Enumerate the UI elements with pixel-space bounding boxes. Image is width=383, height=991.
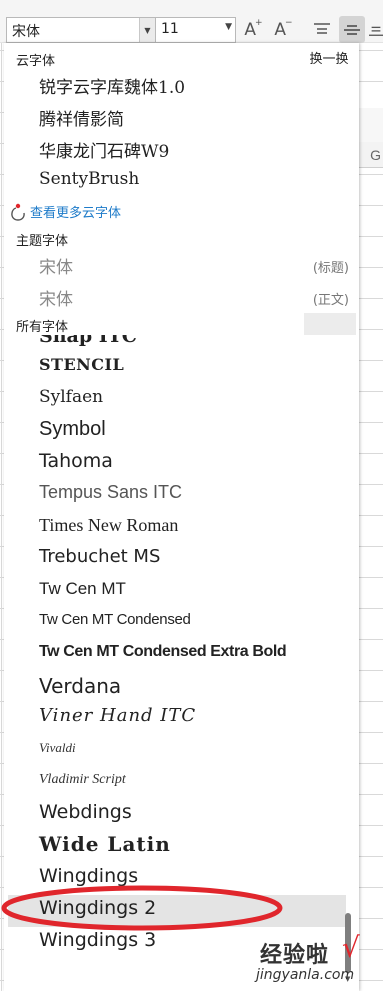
font-item-times-new-roman[interactable]: Times New Roman (39, 515, 178, 536)
toolbar: 宋体 ▼ 11 ▼ A + A − (0, 0, 383, 43)
font-name-select[interactable]: 宋体 ▼ (6, 17, 156, 43)
cloud-font-item[interactable]: 华康龙门石碑W9 (39, 137, 169, 162)
size-dropdown-arrow-icon[interactable]: ▼ (225, 22, 232, 32)
font-item-sylfaen[interactable]: Sylfaen (39, 387, 103, 407)
swap-button[interactable]: 换一换 (303, 45, 355, 69)
font-item-vladimir-script[interactable]: Vladimir Script (39, 772, 126, 788)
align-middle-icon[interactable] (339, 16, 365, 43)
font-item-viner-hand-itc[interactable]: Viner Hand ITC (39, 705, 196, 726)
cloud-fonts-header: 云字体 (16, 54, 56, 69)
watermark: 经验啦 √ jingyanla.com (256, 931, 381, 989)
theme-fonts-header: 主题字体 (16, 234, 69, 249)
watermark-check-icon: √ (342, 931, 360, 964)
increase-font-size-icon[interactable]: A + (241, 16, 267, 43)
font-item-verdana[interactable]: Verdana (39, 674, 121, 698)
font-item-stencil[interactable]: STENCIL (39, 355, 124, 374)
font-item-wingdings-3[interactable]: Wingdings 3 (39, 929, 156, 951)
decrease-font-size-icon[interactable]: A − (271, 16, 297, 43)
font-item-tw-cen-mt-condensed-extra-bold[interactable]: Tw Cen MT Condensed Extra Bold (39, 643, 287, 661)
more-cloud-fonts-label: 查看更多云字体 (30, 206, 122, 221)
cloud-font-item[interactable]: 锐字云字库魏体1.0 (39, 73, 185, 98)
font-item-tw-cen-mt[interactable]: Tw Cen MT (39, 579, 126, 599)
watermark-url: jingyanla.com (256, 967, 355, 983)
column-header-g[interactable]: G (356, 142, 383, 168)
more-cloud-fonts-link[interactable]: 查看更多云字体 (10, 202, 121, 221)
font-item-tempus-sans-itc[interactable]: Tempus Sans ITC (39, 482, 182, 503)
font-size-value: 11 (161, 21, 179, 37)
font-item-trebuchet-ms[interactable]: Trebuchet MS (39, 546, 160, 567)
font-item-webdings[interactable]: Webdings (39, 801, 132, 823)
all-fonts-header-strip: 所有字体 (4, 313, 359, 335)
font-item-vivaldi[interactable]: Vivaldi (39, 740, 76, 756)
watermark-title: 经验啦 (260, 943, 330, 968)
cloud-font-item[interactable]: 腾祥倩影简 (39, 105, 124, 130)
all-fonts-header-bar (304, 313, 356, 335)
red-annotation-ellipse (1, 885, 283, 931)
theme-font-name: 宋体 (39, 258, 73, 278)
align-bottom-icon[interactable] (369, 16, 383, 43)
font-item-tahoma[interactable]: Tahoma (39, 450, 113, 472)
all-fonts-header: 所有字体 (16, 320, 69, 335)
theme-font-item[interactable]: 宋体 (39, 285, 349, 310)
font-item-symbol[interactable]: Symbol (39, 418, 106, 441)
cloud-font-icon (11, 203, 25, 221)
theme-font-name: 宋体 (39, 290, 73, 310)
cloud-font-item[interactable]: SentyBrush (39, 169, 139, 189)
align-top-icon[interactable] (309, 16, 335, 43)
font-item-tw-cen-mt-condensed[interactable]: Tw Cen MT Condensed (39, 611, 191, 628)
theme-font-item[interactable]: 宋体 (39, 253, 349, 278)
theme-font-tag: (标题) (312, 261, 349, 276)
font-item-wide-latin[interactable]: Wide Latin (39, 832, 171, 856)
formula-bar-edge (356, 108, 383, 143)
theme-font-tag: (正文) (312, 293, 349, 308)
font-name-value: 宋体 (12, 24, 40, 40)
font-dropdown-arrow-icon[interactable]: ▼ (139, 18, 155, 42)
font-size-select[interactable]: 11 ▼ (156, 17, 236, 43)
font-dropdown-panel: 云字体 换一换 锐字云字库魏体1.0 腾祥倩影简 华康龙门石碑W9 SentyB… (4, 43, 359, 991)
